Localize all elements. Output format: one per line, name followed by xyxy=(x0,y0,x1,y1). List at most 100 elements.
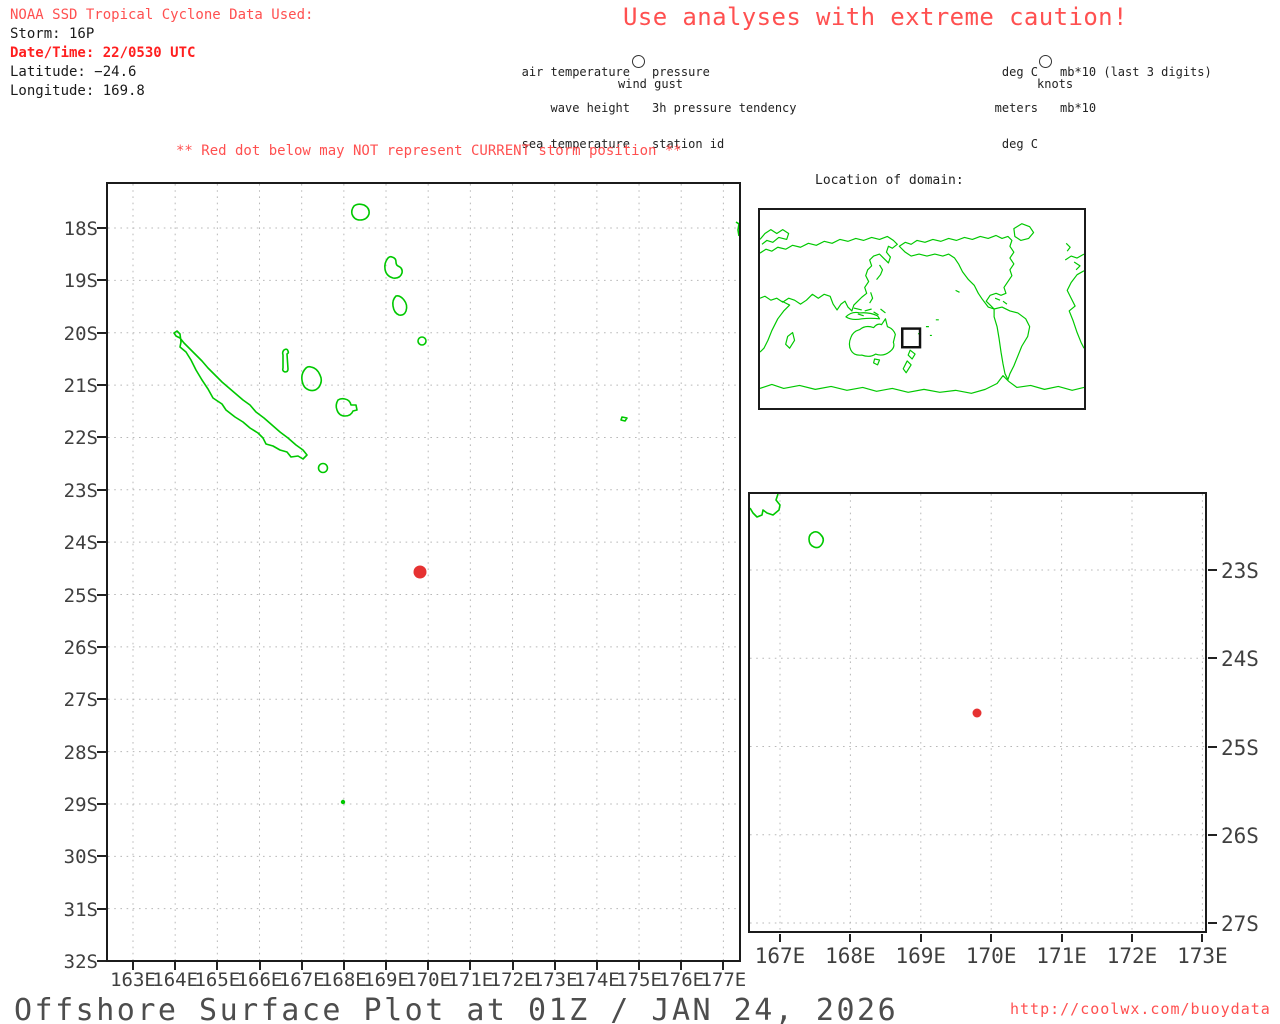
storm-info-id: Storm: 16P xyxy=(10,26,95,42)
zoom-map-bottom-tick xyxy=(1060,934,1063,942)
main-map-bottom-tick xyxy=(511,962,514,970)
world-coastlines xyxy=(759,223,1085,394)
main-map-left-tick xyxy=(97,331,106,334)
storm-info-source: NOAA SSD Tropical Cyclone Data Used: xyxy=(10,7,314,23)
main-map-left-tick xyxy=(97,488,106,491)
storm-info-longitude: Longitude: 169.8 xyxy=(10,83,145,99)
zoom-map-lon-label: 169E xyxy=(895,944,947,968)
main-map-lat-label: 18S xyxy=(63,218,98,240)
main-map-lat-label: 25S xyxy=(63,584,98,607)
main-map-bottom-tick xyxy=(680,962,683,970)
main-map-bottom-tick xyxy=(595,962,598,970)
zoom-map-right-tick xyxy=(1208,657,1217,660)
storm-info-datetime: Date/Time: 22/0530 UTC xyxy=(10,45,196,61)
zoom-map-right-tick xyxy=(1208,745,1217,748)
main-map-bottom-tick xyxy=(300,962,303,970)
main-map-bottom-tick xyxy=(385,962,388,970)
main-map-left-tick xyxy=(97,384,106,387)
offshore-surface-plot: NOAA SSD Tropical Cyclone Data Used: Sto… xyxy=(0,0,1280,1024)
main-map-left-tick xyxy=(97,279,106,282)
main-map-lat-label: 32S xyxy=(63,951,98,974)
storm-info-block: NOAA SSD Tropical Cyclone Data Used: Sto… xyxy=(10,6,313,101)
zoom-map-right-tick xyxy=(1208,569,1217,571)
main-map-lat-label: 23S xyxy=(63,479,98,502)
new-caledonia-coastline xyxy=(173,203,739,474)
units-legend-right-col: mb*10 (last 3 digits) mb*10 xyxy=(1060,65,1212,115)
zoom-map-bottom-tick xyxy=(919,934,922,942)
domain-box xyxy=(901,327,922,349)
zoom-map-lat-label: 27S xyxy=(1221,912,1259,936)
zoom-map-lat-label: 24S xyxy=(1221,647,1259,672)
zoom-map-bottom-tick xyxy=(1131,934,1133,942)
norfolk-island-dot xyxy=(340,799,346,805)
main-map-left-tick xyxy=(97,645,106,648)
units-circle-icon xyxy=(1039,55,1052,68)
world-inset-map xyxy=(758,208,1086,410)
zoom-map-right-tick xyxy=(1208,922,1217,924)
main-map xyxy=(106,182,741,962)
units-legend-knots: knots xyxy=(1037,77,1074,91)
main-map-bottom-tick xyxy=(427,962,430,970)
main-map-lat-label: 19S xyxy=(63,270,98,293)
source-url: http://coolwx.com/buoydata xyxy=(1010,1000,1271,1018)
caution-banner: Use analyses with extreme caution! xyxy=(623,3,1128,31)
zoom-map-right-tick xyxy=(1208,833,1217,836)
main-map-lat-label: 20S xyxy=(63,322,98,345)
main-map-lat-label: 21S xyxy=(63,375,98,398)
station-legend-windgust: wind gust xyxy=(618,77,684,91)
zoom-map-lat-label: 26S xyxy=(1221,823,1259,848)
zoom-map-lon-label: 171E xyxy=(1036,944,1087,968)
main-map-left-tick xyxy=(97,960,106,963)
main-map-left-tick xyxy=(97,802,106,805)
zoom-map-lon-label: 170E xyxy=(965,944,1017,968)
main-map-bottom-tick xyxy=(342,962,345,970)
zoom-map-lat-label: 23S xyxy=(1221,559,1259,583)
main-map-bottom-tick xyxy=(132,962,134,970)
main-map-bottom-tick xyxy=(553,962,556,970)
red-dot-warning: ** Red dot below may NOT represent CURRE… xyxy=(176,143,682,159)
zoom-map-bottom-tick xyxy=(1201,934,1204,942)
main-map-left-tick xyxy=(97,698,106,701)
storm-dot-zoom xyxy=(972,708,982,718)
main-map-bottom-tick xyxy=(174,962,177,970)
main-map-lat-label: 22S xyxy=(63,427,98,450)
main-map-left-tick xyxy=(97,593,106,596)
zoom-map-bottom-tick xyxy=(779,934,781,942)
main-map-left-tick xyxy=(97,855,106,858)
zoom-map xyxy=(748,492,1207,933)
plot-title: Offshore Surface Plot at 01Z / JAN 24, 2… xyxy=(14,993,899,1024)
zoom-map-lon-label: 168E xyxy=(825,944,876,968)
main-map-lat-label: 26S xyxy=(63,636,98,659)
zoom-map-lon-label: 167E xyxy=(754,944,806,968)
zoom-map-lat-label: 25S xyxy=(1221,735,1259,760)
main-map-bottom-tick xyxy=(258,962,261,970)
zoom-map-canvas xyxy=(750,494,1205,931)
world-inset-canvas xyxy=(759,223,1085,394)
storm-info-latitude: Latitude: −24.6 xyxy=(10,64,137,80)
main-map-bottom-tick xyxy=(638,962,641,970)
zoom-map-lon-label: 172E xyxy=(1106,944,1158,968)
inset-title: Location of domain: xyxy=(815,173,964,188)
main-map-lat-label: 30S xyxy=(63,846,98,869)
main-map-bottom-tick xyxy=(722,962,725,970)
main-map-lat-label: 28S xyxy=(63,741,98,764)
storm-dot-main xyxy=(413,565,427,579)
zoom-map-bottom-tick xyxy=(849,934,852,942)
main-map-lon-label: 177E xyxy=(700,969,747,991)
main-map-bottom-tick xyxy=(469,962,472,970)
main-map-lat-label: 27S xyxy=(63,689,98,712)
zoom-coastline xyxy=(750,494,825,549)
main-map-left-tick xyxy=(97,227,106,229)
units-legend-left-col: deg C meters deg C xyxy=(994,65,1038,151)
main-map-lat-label: 29S xyxy=(63,793,98,816)
main-map-left-tick xyxy=(97,907,106,910)
zoom-map-lon-label: 173E xyxy=(1177,944,1228,968)
main-map-left-tick xyxy=(97,541,106,544)
main-map-bottom-tick xyxy=(216,962,219,970)
main-map-left-tick xyxy=(97,750,106,753)
main-map-lat-label: 24S xyxy=(63,532,98,555)
zoom-map-bottom-tick xyxy=(990,934,993,942)
station-circle-icon xyxy=(632,55,645,68)
main-map-left-tick xyxy=(97,436,106,439)
main-map-lat-label: 31S xyxy=(63,898,98,921)
